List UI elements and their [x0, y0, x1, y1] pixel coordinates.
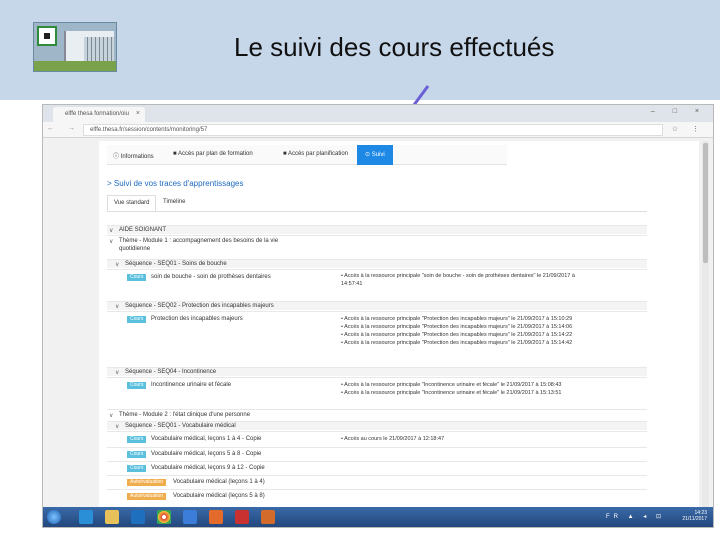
- log-line: • Accès à la ressource principale "Incon…: [341, 390, 562, 396]
- tree-row-seq1-item: Cours soin de bouche - soin de prothèses…: [107, 269, 647, 299]
- app-icon[interactable]: [131, 510, 145, 524]
- tree-row-theme2[interactable]: ∨ Thème - Module 2 : l'état clinique d'u…: [107, 409, 647, 419]
- tree-row-theme1[interactable]: ∨ Thème - Module 1 : accompagnement des …: [107, 235, 647, 255]
- address-bar: ← → C elffe.thesa.fr/session/contents/mo…: [43, 122, 713, 138]
- tree-row-seq5-item: Autoévaluation Vocabulaire médical (leço…: [107, 475, 647, 489]
- chevron-down-icon: ∨: [115, 262, 120, 268]
- breadcrumb[interactable]: > Suivi de vos traces d'apprentissages: [107, 179, 244, 188]
- tree-row-seq4[interactable]: ∨ Séquence - SEQ04 - Incontinence: [107, 367, 647, 376]
- cours-badge: Cours: [127, 465, 147, 472]
- tab-acces-plan[interactable]: ■ Accès par plan de formation: [173, 151, 253, 157]
- cours-badge: Cours: [127, 382, 147, 389]
- tree-root-label: AIDE SOIGNANT: [119, 227, 167, 233]
- seq2-item-label[interactable]: Protection des incapables majeurs: [151, 316, 243, 322]
- close-icon[interactable]: ×: [136, 110, 140, 117]
- tree-row-seq2[interactable]: ∨ Séquence - SEQ02 - Protection des inca…: [107, 301, 647, 310]
- tab-acces-planification[interactable]: ■ Accès par planification: [283, 151, 348, 157]
- tree-row-seq1[interactable]: ∨ Séquence - SEQ01 - Soins de bouche: [107, 259, 647, 268]
- seq2-label: Séquence - SEQ02 - Protection des incapa…: [125, 303, 274, 309]
- tree-row-seq5-item: Cours Vocabulaire médical, leçons 5 à 8 …: [107, 447, 647, 461]
- seq4-item-label[interactable]: Incontinence urinaire et fécale: [151, 382, 231, 388]
- theme1-label-cont: quotidienne: [119, 246, 151, 252]
- powerpoint-icon[interactable]: [235, 510, 249, 524]
- cours-badge: Cours: [127, 316, 147, 323]
- chevron-down-icon: ∨: [109, 228, 114, 234]
- start-button-icon[interactable]: [47, 510, 61, 524]
- subtab-vue-standard[interactable]: Vue standard: [107, 195, 157, 211]
- log-line: • Accès au cours le 21/09/2017 à 12:18:4…: [341, 436, 445, 442]
- system-tray[interactable]: FR ▲ ◂ ⊡: [606, 513, 665, 520]
- window-controls[interactable]: – □ ×: [651, 108, 707, 115]
- log-line: • Accès à la ressource principale "Prote…: [341, 324, 573, 330]
- seq5-item-label[interactable]: Vocabulaire médical, leçons 9 à 12 - Cop…: [151, 465, 265, 471]
- app-icon[interactable]: [209, 510, 223, 524]
- cours-badge: Cours: [127, 436, 147, 443]
- slide: Le suivi des cours effectués elffe thesa…: [0, 0, 720, 540]
- seq4-label: Séquence - SEQ04 - Incontinence: [125, 369, 217, 375]
- chevron-down-icon: ∨: [109, 239, 114, 245]
- page-content: ⓘ Informations ■ Accès par plan de forma…: [99, 141, 699, 511]
- taskbar-clock[interactable]: 14:23 21/11/2017: [682, 510, 707, 522]
- tab-suivi[interactable]: ⊙ Suivi: [357, 145, 393, 165]
- tree-row-seq5-item: Cours Vocabulaire médical, leçons 9 à 12…: [107, 461, 647, 475]
- seq5-label: Séquence - SEQ01 - Vocabulaire médical: [125, 423, 236, 429]
- subtab-timeline[interactable]: Timeline: [157, 195, 191, 209]
- logo-badge-icon: [37, 26, 57, 46]
- theme1-label: Thème - Module 1 : accompagnement des be…: [119, 238, 279, 244]
- seq5-item-label[interactable]: Vocabulaire médical (leçons 1 à 4): [173, 479, 265, 485]
- autoevaluation-badge: Autoévaluation: [127, 493, 167, 500]
- log-line: • Accès à la ressource principale "Prote…: [341, 340, 573, 346]
- tab-informations[interactable]: ⓘ Informations: [113, 151, 154, 160]
- seq1-item-label[interactable]: soin de bouche - soin de prothèses denta…: [151, 274, 271, 280]
- browser-tabstrip: elffe thesa formation/oiu × – □ ×: [43, 105, 713, 122]
- cours-badge: Cours: [127, 274, 147, 281]
- browser-menu-icons[interactable]: ☆ ⋮: [672, 125, 705, 133]
- file-explorer-icon[interactable]: [105, 510, 119, 524]
- course-navbar: ⓘ Informations ■ Accès par plan de forma…: [107, 145, 507, 165]
- url-input[interactable]: elffe.thesa.fr/session/contents/monitori…: [83, 124, 663, 136]
- tree-row-seq5-item: Cours Vocabulaire médical, leçons 1 à 4 …: [107, 431, 647, 447]
- screenshot: elffe thesa formation/oiu × – □ × ← → C …: [42, 104, 714, 528]
- tree-row-seq5-item: Autoévaluation Vocabulaire médical (leço…: [107, 489, 647, 503]
- windows-taskbar: FR ▲ ◂ ⊡ 14:23 21/11/2017: [43, 507, 713, 527]
- browser-tab[interactable]: elffe thesa formation/oiu ×: [53, 107, 145, 122]
- scrollbar-thumb[interactable]: [703, 143, 708, 263]
- seq5-item-label[interactable]: Vocabulaire médical, leçons 1 à 4 - Copi…: [151, 436, 261, 442]
- app-icon[interactable]: [183, 510, 197, 524]
- log-line: • Accès à la ressource principale "Prote…: [341, 332, 573, 338]
- internet-explorer-icon[interactable]: [79, 510, 93, 524]
- chrome-icon[interactable]: [157, 510, 171, 524]
- clock-date: 21/11/2017: [682, 516, 707, 522]
- tree-row-seq5[interactable]: ∨ Séquence - SEQ01 - Vocabulaire médical: [107, 421, 647, 430]
- chevron-down-icon: ∨: [115, 370, 120, 376]
- seq5-item-label[interactable]: Vocabulaire médical, leçons 5 à 8 - Copi…: [151, 451, 261, 457]
- slide-title: Le suivi des cours effectués: [234, 32, 555, 62]
- browser-tab-title: elffe thesa formation/oiu: [65, 111, 129, 117]
- chevron-down-icon: ∨: [109, 413, 114, 419]
- app-icon[interactable]: [261, 510, 275, 524]
- tree-row-root[interactable]: ∨ AIDE SOIGNANT: [107, 225, 647, 234]
- seq5-item-label[interactable]: Vocabulaire médical (leçons 5 à 8): [173, 493, 265, 499]
- page-scrollbar[interactable]: [702, 141, 709, 511]
- theme2-label: Thème - Module 2 : l'état clinique d'une…: [119, 412, 251, 418]
- log-line: • Accès à la ressource principale "soin …: [341, 273, 575, 279]
- logo-image: [33, 22, 117, 72]
- log-line: • Accès à la ressource principale "Incon…: [341, 382, 562, 388]
- tree-row-seq2-item: Cours Protection des incapables majeurs …: [107, 311, 647, 367]
- log-line: • Accès à la ressource principale "Prote…: [341, 316, 573, 322]
- cours-badge: Cours: [127, 451, 147, 458]
- autoevaluation-badge: Autoévaluation: [127, 479, 167, 486]
- seq1-label: Séquence - SEQ01 - Soins de bouche: [125, 261, 227, 267]
- tree-row-seq4-item: Cours Incontinence urinaire et fécale • …: [107, 377, 647, 407]
- log-line: 14:57:41: [341, 281, 363, 287]
- chevron-down-icon: ∨: [115, 424, 120, 430]
- chevron-down-icon: ∨: [115, 304, 120, 310]
